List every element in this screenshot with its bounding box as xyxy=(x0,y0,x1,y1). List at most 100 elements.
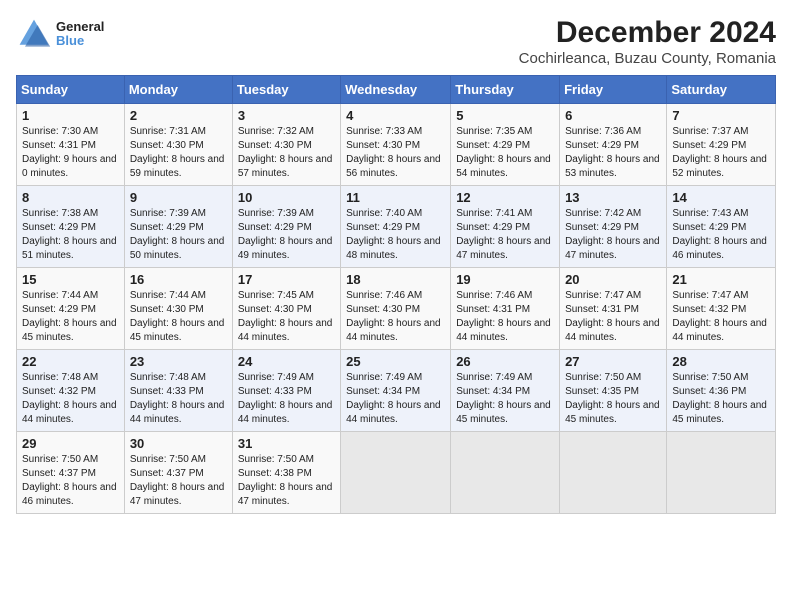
day-info: Sunrise: 7:37 AMSunset: 4:29 PMDaylight:… xyxy=(672,125,770,181)
day-number: 12 xyxy=(456,190,554,205)
calendar-day-cell: 3Sunrise: 7:32 AMSunset: 4:30 PMDaylight… xyxy=(232,104,340,186)
calendar-day-cell: 8 Sunrise: 7:38 AMSunset: 4:29 PMDaylight… xyxy=(17,186,125,268)
calendar-header: SundayMondayTuesdayWednesdayThursdayFrid… xyxy=(17,76,776,104)
day-info: Sunrise: 7:50 AMSunset: 4:37 PMDaylight:… xyxy=(22,453,119,509)
day-info: Sunrise: 7:35 AMSunset: 4:29 PMDaylight:… xyxy=(456,125,554,181)
calendar-day-cell: 28 Sunrise: 7:50 AMSunset: 4:36 PMDayligh… xyxy=(667,350,776,432)
day-number: 21 xyxy=(672,272,770,287)
calendar-day-cell: 25Sunrise: 7:49 AMSunset: 4:34 PMDayligh… xyxy=(341,350,451,432)
day-number: 7 xyxy=(672,108,770,123)
calendar-day-cell: 4Sunrise: 7:33 AMSunset: 4:30 PMDaylight… xyxy=(341,104,451,186)
day-info: Sunrise: 7:50 AMSunset: 4:35 PMDaylight:… xyxy=(565,371,661,427)
day-info: Sunrise: 7:33 AMSunset: 4:30 PMDaylight:… xyxy=(346,125,445,181)
logo: General Blue xyxy=(16,16,104,52)
day-number: 26 xyxy=(456,354,554,369)
day-number: 14 xyxy=(672,190,770,205)
day-number: 29 xyxy=(22,436,119,451)
day-info: Sunrise: 7:49 AMSunset: 4:34 PMDaylight:… xyxy=(346,371,445,427)
day-info: Sunrise: 7:49 AMSunset: 4:34 PMDaylight:… xyxy=(456,371,554,427)
calendar-day-cell: 17 Sunrise: 7:45 AMSunset: 4:30 PMDayligh… xyxy=(232,268,340,350)
calendar-day-cell: 16Sunrise: 7:44 AMSunset: 4:30 PMDayligh… xyxy=(124,268,232,350)
day-info: Sunrise: 7:38 AMSunset: 4:29 PMDaylight:… xyxy=(22,207,119,263)
calendar-body: 1 Sunrise: 7:30 AMSunset: 4:31 PMDaylight… xyxy=(17,104,776,514)
day-info: Sunrise: 7:39 AMSunset: 4:29 PMDaylight:… xyxy=(238,207,335,263)
calendar-day-cell: 20 Sunrise: 7:47 AMSunset: 4:31 PMDayligh… xyxy=(560,268,667,350)
day-info: Sunrise: 7:47 AMSunset: 4:31 PMDaylight:… xyxy=(565,289,661,345)
calendar-day-cell: 1 Sunrise: 7:30 AMSunset: 4:31 PMDaylight… xyxy=(17,104,125,186)
calendar-day-cell: 19 Sunrise: 7:46 AMSunset: 4:31 PMDayligh… xyxy=(451,268,560,350)
day-number: 15 xyxy=(22,272,119,287)
day-number: 1 xyxy=(22,108,119,123)
calendar-day-cell: 10Sunrise: 7:39 AMSunset: 4:29 PMDayligh… xyxy=(232,186,340,268)
day-number: 17 xyxy=(238,272,335,287)
day-info: Sunrise: 7:50 AMSunset: 4:37 PMDaylight:… xyxy=(130,453,227,509)
day-info: Sunrise: 7:50 AMSunset: 4:36 PMDaylight:… xyxy=(672,371,770,427)
calendar-day-cell: 23Sunrise: 7:48 AMSunset: 4:33 PMDayligh… xyxy=(124,350,232,432)
day-number: 9 xyxy=(130,190,227,205)
day-info: Sunrise: 7:44 AMSunset: 4:30 PMDaylight:… xyxy=(130,289,227,345)
day-info: Sunrise: 7:31 AMSunset: 4:30 PMDaylight:… xyxy=(130,125,227,181)
calendar-week-row: 8 Sunrise: 7:38 AMSunset: 4:29 PMDaylight… xyxy=(17,186,776,268)
calendar-day-cell: 22 Sunrise: 7:48 AMSunset: 4:32 PMDayligh… xyxy=(17,350,125,432)
day-number: 23 xyxy=(130,354,227,369)
weekday-header-cell: Thursday xyxy=(451,76,560,104)
calendar-day-cell: 11 Sunrise: 7:40 AMSunset: 4:29 PMDayligh… xyxy=(341,186,451,268)
day-number: 30 xyxy=(130,436,227,451)
calendar-day-cell: 30 Sunrise: 7:50 AMSunset: 4:37 PMDayligh… xyxy=(124,432,232,514)
day-number: 24 xyxy=(238,354,335,369)
calendar-week-row: 22 Sunrise: 7:48 AMSunset: 4:32 PMDayligh… xyxy=(17,350,776,432)
calendar-day-cell xyxy=(451,432,560,514)
day-info: Sunrise: 7:45 AMSunset: 4:30 PMDaylight:… xyxy=(238,289,335,345)
weekday-header-cell: Monday xyxy=(124,76,232,104)
calendar-week-row: 1 Sunrise: 7:30 AMSunset: 4:31 PMDaylight… xyxy=(17,104,776,186)
calendar-day-cell: 21Sunrise: 7:47 AMSunset: 4:32 PMDayligh… xyxy=(667,268,776,350)
calendar-table: SundayMondayTuesdayWednesdayThursdayFrid… xyxy=(16,75,776,514)
day-info: Sunrise: 7:44 AMSunset: 4:29 PMDaylight:… xyxy=(22,289,119,345)
day-info: Sunrise: 7:48 AMSunset: 4:32 PMDaylight:… xyxy=(22,371,119,427)
weekday-header-row: SundayMondayTuesdayWednesdayThursdayFrid… xyxy=(17,76,776,104)
day-number: 22 xyxy=(22,354,119,369)
page: General Blue December 2024 Cochirleanca,… xyxy=(0,0,792,524)
weekday-header-cell: Wednesday xyxy=(341,76,451,104)
day-number: 20 xyxy=(565,272,661,287)
weekday-header-cell: Saturday xyxy=(667,76,776,104)
day-number: 31 xyxy=(238,436,335,451)
calendar-day-cell: 9Sunrise: 7:39 AMSunset: 4:29 PMDaylight… xyxy=(124,186,232,268)
calendar-day-cell: 6Sunrise: 7:36 AMSunset: 4:29 PMDaylight… xyxy=(560,104,667,186)
calendar-day-cell xyxy=(560,432,667,514)
day-number: 19 xyxy=(456,272,554,287)
calendar-day-cell: 27 Sunrise: 7:50 AMSunset: 4:35 PMDayligh… xyxy=(560,350,667,432)
calendar-day-cell xyxy=(341,432,451,514)
page-subtitle: Cochirleanca, Buzau County, Romania xyxy=(519,50,776,67)
calendar-week-row: 29 Sunrise: 7:50 AMSunset: 4:37 PMDayligh… xyxy=(17,432,776,514)
day-number: 18 xyxy=(346,272,445,287)
day-number: 5 xyxy=(456,108,554,123)
day-info: Sunrise: 7:46 AMSunset: 4:31 PMDaylight:… xyxy=(456,289,554,345)
logo-icon xyxy=(16,16,52,52)
calendar-day-cell: 29 Sunrise: 7:50 AMSunset: 4:37 PMDayligh… xyxy=(17,432,125,514)
day-info: Sunrise: 7:41 AMSunset: 4:29 PMDaylight:… xyxy=(456,207,554,263)
calendar-day-cell: 31Sunrise: 7:50 AMSunset: 4:38 PMDayligh… xyxy=(232,432,340,514)
day-info: Sunrise: 7:42 AMSunset: 4:29 PMDaylight:… xyxy=(565,207,661,263)
calendar-day-cell: 18Sunrise: 7:46 AMSunset: 4:30 PMDayligh… xyxy=(341,268,451,350)
day-number: 28 xyxy=(672,354,770,369)
calendar-day-cell xyxy=(667,432,776,514)
calendar-day-cell: 12 Sunrise: 7:41 AMSunset: 4:29 PMDayligh… xyxy=(451,186,560,268)
day-info: Sunrise: 7:30 AMSunset: 4:31 PMDaylight:… xyxy=(22,125,119,181)
day-info: Sunrise: 7:49 AMSunset: 4:33 PMDaylight:… xyxy=(238,371,335,427)
day-info: Sunrise: 7:40 AMSunset: 4:29 PMDaylight:… xyxy=(346,207,445,263)
title-block: December 2024 Cochirleanca, Buzau County… xyxy=(519,16,776,67)
header: General Blue December 2024 Cochirleanca,… xyxy=(16,16,776,67)
calendar-week-row: 15 Sunrise: 7:44 AMSunset: 4:29 PMDayligh… xyxy=(17,268,776,350)
day-number: 3 xyxy=(238,108,335,123)
calendar-day-cell: 7 Sunrise: 7:37 AMSunset: 4:29 PMDaylight… xyxy=(667,104,776,186)
day-number: 8 xyxy=(22,190,119,205)
calendar-day-cell: 26 Sunrise: 7:49 AMSunset: 4:34 PMDayligh… xyxy=(451,350,560,432)
day-number: 11 xyxy=(346,190,445,205)
day-number: 13 xyxy=(565,190,661,205)
calendar-day-cell: 14Sunrise: 7:43 AMSunset: 4:29 PMDayligh… xyxy=(667,186,776,268)
calendar-day-cell: 15 Sunrise: 7:44 AMSunset: 4:29 PMDayligh… xyxy=(17,268,125,350)
calendar-day-cell: 13 Sunrise: 7:42 AMSunset: 4:29 PMDayligh… xyxy=(560,186,667,268)
day-number: 27 xyxy=(565,354,661,369)
day-number: 6 xyxy=(565,108,661,123)
